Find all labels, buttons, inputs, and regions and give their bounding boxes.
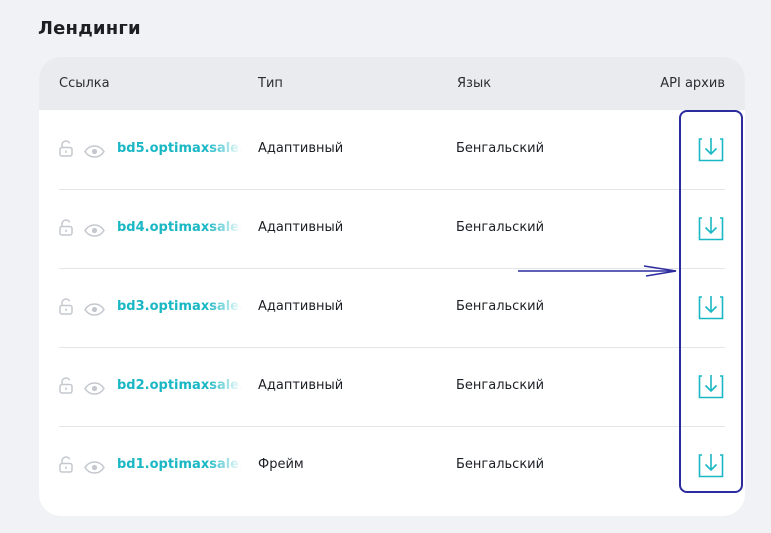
lock-open-icon[interactable] xyxy=(59,140,73,157)
lock-open-icon[interactable] xyxy=(59,377,73,394)
header-type: Тип xyxy=(258,76,283,91)
landing-language: Бенгальский xyxy=(456,141,545,156)
eye-icon[interactable] xyxy=(84,380,105,395)
landing-link[interactable]: bd4.optimaxsale.com xyxy=(117,220,242,235)
landing-link[interactable]: bd1.optimaxsale.com xyxy=(117,457,242,472)
eye-icon[interactable] xyxy=(84,222,105,237)
landing-language: Бенгальский xyxy=(456,299,545,314)
lock-open-icon[interactable] xyxy=(59,456,73,473)
landing-language: Бенгальский xyxy=(456,457,545,472)
lock-open-icon[interactable] xyxy=(59,298,73,315)
landing-type: Адаптивный xyxy=(258,220,344,235)
landing-link[interactable]: bd5.optimaxsale.com xyxy=(117,141,242,156)
table-row: bd5.optimaxsale.com Адаптивный Бенгальск… xyxy=(59,110,725,190)
landing-type: Адаптивный xyxy=(258,141,344,156)
landing-type: Фрейм xyxy=(258,457,304,472)
table-header: Ссылка Тип Язык API архив xyxy=(39,57,745,110)
page-title: Лендинги xyxy=(38,18,141,39)
annotation-highlight-box xyxy=(679,110,743,493)
eye-icon[interactable] xyxy=(84,143,105,158)
header-api-archive: API архив xyxy=(660,76,725,91)
annotation-arrow-icon xyxy=(518,265,677,277)
table-row: bd1.optimaxsale.com Фрейм Бенгальский xyxy=(59,426,725,505)
eye-icon[interactable] xyxy=(84,301,105,316)
landing-language: Бенгальский xyxy=(456,220,545,235)
landing-type: Адаптивный xyxy=(258,299,344,314)
table-row: bd2.optimaxsale.com Адаптивный Бенгальск… xyxy=(59,347,725,427)
header-language: Язык xyxy=(457,76,492,91)
landings-table: Ссылка Тип Язык API архив bd5.optimaxsal… xyxy=(39,57,745,516)
eye-icon[interactable] xyxy=(84,459,105,474)
lock-open-icon[interactable] xyxy=(59,219,73,236)
landing-link[interactable]: bd3.optimaxsale.com xyxy=(117,299,242,314)
table-row: bd3.optimaxsale.com Адаптивный Бенгальск… xyxy=(59,268,725,348)
header-link: Ссылка xyxy=(59,76,110,91)
landing-language: Бенгальский xyxy=(456,378,545,393)
table-row: bd4.optimaxsale.com Адаптивный Бенгальск… xyxy=(59,189,725,269)
landing-type: Адаптивный xyxy=(258,378,344,393)
landing-link[interactable]: bd2.optimaxsale.com xyxy=(117,378,242,393)
